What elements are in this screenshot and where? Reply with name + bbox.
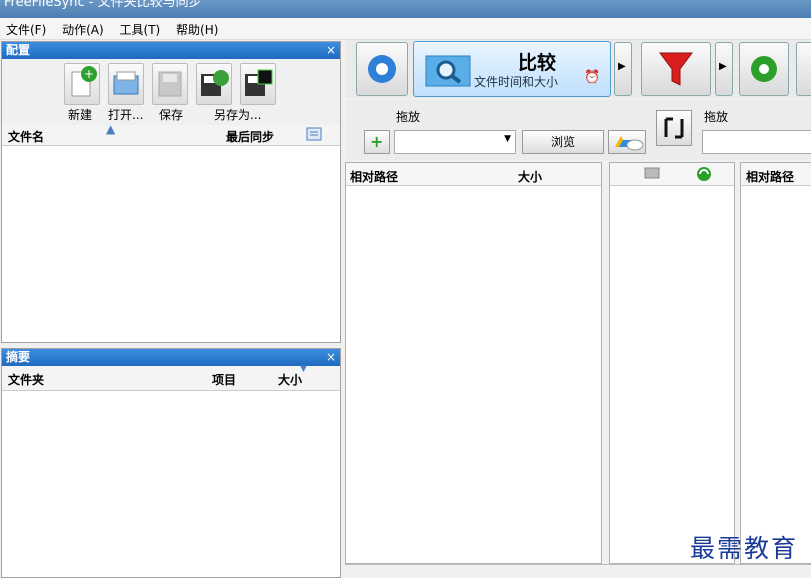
left-grid-header: 相对路径 大小 [346,163,601,186]
compare-settings-button[interactable] [356,42,408,96]
sort-up-icon: ▲ [106,122,116,136]
gear-icon [357,43,407,95]
summary-panel-header: 摘要 × [2,349,340,366]
right-drop-label: 拖放 [704,110,729,124]
sort-down-icon: ▼ [300,364,307,374]
category-icon[interactable] [644,166,660,183]
filter-icon [642,43,710,95]
open-config-button[interactable] [108,63,144,105]
column-size[interactable]: 大小 [278,371,302,388]
config-panel-title: 配置 [6,43,31,57]
config-close-button[interactable]: × [326,42,336,59]
window-title: FreeFileSync - 文件夹比较与同步 [4,0,202,10]
green-gear-icon [740,43,788,95]
browse-label: 浏览 [550,135,575,149]
config-column-header: 文件名 ▲ 最后同步 [2,122,340,146]
chevron-right-icon: ▶ [618,61,626,72]
add-folder-pair-button[interactable]: + [364,130,390,154]
menu-tools[interactable]: 工具(T) [114,18,167,38]
save-icon [153,64,187,104]
config-panel-header: 配置 × [2,42,340,59]
plus-icon: + [370,132,384,151]
window-titlebar: FreeFileSync - 文件夹比较与同步 [0,0,811,18]
status-bar [345,564,811,577]
column-last-sync[interactable]: 最后同步 [226,128,274,145]
swap-icon [657,111,691,145]
new-label: 新建 [68,108,93,122]
column-items[interactable]: 项目 [212,371,236,388]
compare-button[interactable]: 比较 文件时间和大小 ⏰ [413,41,611,97]
right-grid-header: 相对路径 [741,163,811,186]
column-folder[interactable]: 文件夹 [8,371,44,388]
menu-action[interactable]: 动作(A) [56,18,110,38]
left-file-grid: 相对路径 大小 [345,162,602,564]
chevron-down-icon[interactable]: ▼ [504,134,511,144]
right-file-grid: 相对路径 [740,162,811,564]
sync-settings-button[interactable] [739,42,789,96]
filter-button[interactable] [641,42,711,96]
open-icon [109,64,143,104]
column-settings-icon[interactable] [306,126,322,145]
left-drop-label: 拖放 [396,110,421,124]
save-label: 保存 [159,108,184,122]
summary-panel: 摘要 × 文件夹 项目 大小 ▼ [1,348,341,578]
menu-help[interactable]: 帮助(H) [170,18,224,38]
save-config-button[interactable] [152,63,188,105]
save-as-batch-icon [241,64,275,104]
column-relative-path-left[interactable]: 相对路径 [350,168,398,185]
middle-action-grid [609,162,735,564]
chevron-right-icon: ▶ [719,61,727,72]
filter-dropdown-button[interactable]: ▶ [715,42,733,96]
cloud-icon [609,131,645,153]
menu-file[interactable]: 文件(F) [0,18,52,38]
cloud-button[interactable] [608,130,646,154]
open-label: 打开... [108,108,144,122]
new-file-icon: + [65,64,99,104]
clock-icon: ⏰ [584,70,601,85]
compare-variant-label: 文件时间和大小 [474,75,559,89]
sync-direction-icon[interactable] [696,166,712,185]
column-size-left[interactable]: 大小 [518,168,542,185]
compare-label: 比较 [518,52,557,74]
main-toolbar: 比较 文件时间和大小 ⏰ ▶ ▶ [346,40,811,98]
save-as-sync-icon [197,64,231,104]
save-as-label: 另存为... [214,108,262,122]
config-toolbar: + 新建 打开... 保存 另存为... [2,59,340,125]
svg-text:+: + [84,67,94,81]
browse-button[interactable]: 浏览 [522,130,604,154]
summary-panel-title: 摘要 [6,350,31,364]
right-folder-input[interactable] [702,130,811,154]
column-file-name[interactable]: 文件名 [8,128,44,145]
config-panel: 配置 × + 新建 打开... 保存 另存为... 文件名 ▲ 最后同步 [1,41,341,343]
menu-bar: 文件(F) 动作(A) 工具(T) 帮助(H) [0,18,811,40]
left-folder-input[interactable]: ▼ [394,130,516,154]
swap-sides-button[interactable] [656,110,692,146]
middle-grid-header [610,163,734,186]
sync-button[interactable] [796,42,811,96]
watermark: 最需教育 [690,534,799,563]
save-as-config-button[interactable] [196,63,232,105]
summary-close-button[interactable]: × [326,349,336,366]
folder-search-icon [424,50,472,88]
column-relative-path-right[interactable]: 相对路径 [746,168,794,185]
summary-column-header: 文件夹 项目 大小 ▼ [2,364,340,391]
folder-pair-row: 拖放 + ▼ 浏览 拖放 [346,100,811,160]
compare-dropdown-button[interactable]: ▶ [614,42,632,96]
save-as-batch-button[interactable] [240,63,276,105]
new-config-button[interactable]: + [64,63,100,105]
